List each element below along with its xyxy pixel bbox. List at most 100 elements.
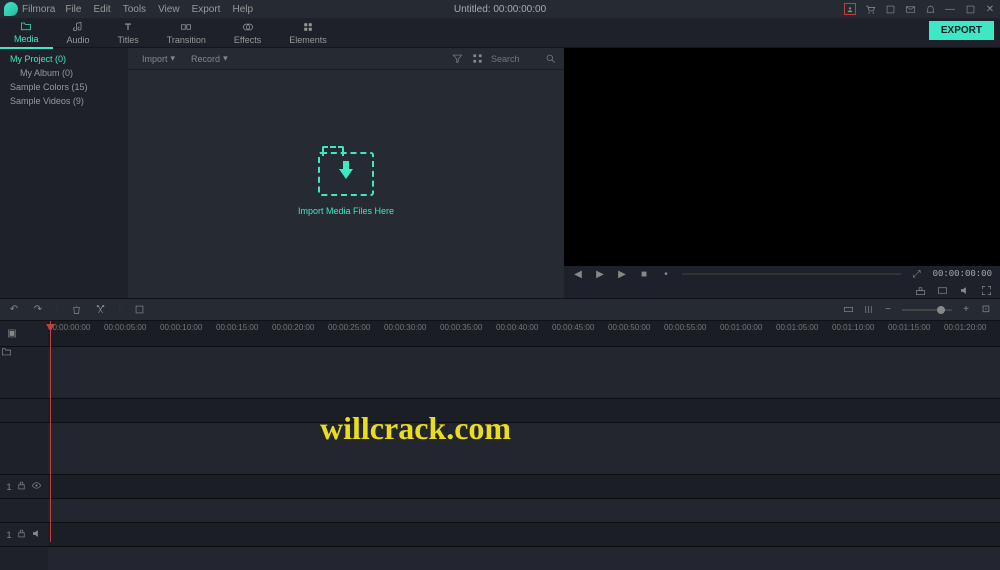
save-icon[interactable] xyxy=(884,3,896,15)
track-body[interactable] xyxy=(48,475,1000,498)
tab-elements[interactable]: Elements xyxy=(275,18,341,48)
track-body[interactable] xyxy=(48,547,1000,570)
app-logo: Filmora xyxy=(4,2,55,16)
track-body[interactable] xyxy=(48,423,1000,474)
crop-icon[interactable] xyxy=(133,304,145,316)
time-mark: 00:00:35:00 xyxy=(440,323,482,332)
menu-view[interactable]: View xyxy=(158,4,180,15)
search-icon[interactable] xyxy=(544,53,556,65)
watermark-text: willcrack.com xyxy=(320,410,511,447)
snapshot-icon[interactable] xyxy=(914,284,926,296)
eye-icon[interactable] xyxy=(31,480,42,493)
zoom-out-icon[interactable]: − xyxy=(882,304,894,316)
time-mark: 00:01:10:00 xyxy=(832,323,874,332)
time-mark: 00:00:20:00 xyxy=(272,323,314,332)
app-name: Filmora xyxy=(22,4,55,15)
volume-icon[interactable] xyxy=(958,284,970,296)
mixer-icon[interactable] xyxy=(862,304,874,316)
add-folder-icon[interactable] xyxy=(0,345,12,357)
time-mark: 00:00:40:00 xyxy=(496,323,538,332)
time-mark: 00:00:50:00 xyxy=(608,323,650,332)
time-mark: 00:00:25:00 xyxy=(328,323,370,332)
close-icon[interactable]: ✕ xyxy=(984,3,996,15)
menu-tools[interactable]: Tools xyxy=(123,4,146,15)
menu-edit[interactable]: Edit xyxy=(93,4,110,15)
expand-icon[interactable]: ⤢ xyxy=(911,268,923,280)
menu-bar: File Edit Tools View Export Help xyxy=(65,4,253,15)
elements-icon xyxy=(302,21,314,33)
track-header-blank xyxy=(0,499,48,522)
split-icon[interactable] xyxy=(95,304,107,316)
time-mark: 00:01:20:00 xyxy=(944,323,986,332)
tab-titles[interactable]: Titles xyxy=(104,18,153,48)
tab-media[interactable]: Media xyxy=(0,17,53,49)
import-folder-icon xyxy=(318,152,374,196)
track-body[interactable] xyxy=(48,399,1000,422)
sidebar-item-videos[interactable]: Sample Videos (9) xyxy=(0,94,128,108)
sidebar-item-colors[interactable]: Sample Colors (15) xyxy=(0,80,128,94)
chevron-down-icon: ▾ xyxy=(223,53,228,64)
import-label: Import xyxy=(142,54,168,64)
menu-export[interactable]: Export xyxy=(192,4,221,15)
stop-icon[interactable]: ■ xyxy=(638,268,650,280)
cart-icon[interactable] xyxy=(864,3,876,15)
grid-view-icon[interactable] xyxy=(471,53,483,65)
dropzone-label: Import Media Files Here xyxy=(298,206,394,216)
menu-help[interactable]: Help xyxy=(232,4,253,15)
zoom-in-icon[interactable]: + xyxy=(960,304,972,316)
minimize-icon[interactable]: — xyxy=(944,3,956,15)
preview-panel: ◀ ▶ ▶ ■ • ⤢ 00:00:00:00 xyxy=(564,48,1000,298)
time-mark: 00:00:55:00 xyxy=(664,323,706,332)
redo-icon[interactable]: ↷ xyxy=(32,304,44,316)
import-dropdown[interactable]: Import▾ xyxy=(136,53,181,64)
lock-icon[interactable] xyxy=(16,528,27,541)
text-icon xyxy=(122,21,134,33)
track-body[interactable] xyxy=(48,347,1000,398)
next-frame-icon[interactable]: ▶ xyxy=(616,268,628,280)
media-sidebar: My Project (0) My Album (0) Sample Color… xyxy=(0,48,128,298)
add-media-icon[interactable]: ▣ xyxy=(6,327,18,339)
download-arrow-icon xyxy=(339,169,353,179)
prev-frame-icon[interactable]: ◀ xyxy=(572,268,584,280)
track-body[interactable] xyxy=(48,499,1000,522)
fullscreen-icon[interactable] xyxy=(980,284,992,296)
play-icon[interactable]: ▶ xyxy=(594,268,606,280)
record-label: Record xyxy=(191,54,220,64)
sidebar-item-album[interactable]: My Album (0) xyxy=(0,66,128,80)
time-mark: 00:01:05:00 xyxy=(776,323,818,332)
export-button[interactable]: EXPORT xyxy=(929,21,994,40)
progress-bar[interactable] xyxy=(682,273,901,275)
sidebar-item-project[interactable]: My Project (0) xyxy=(0,52,128,66)
track-body[interactable] xyxy=(48,523,1000,546)
notify-icon[interactable] xyxy=(924,3,936,15)
track-header-video[interactable]: 1 xyxy=(0,475,48,498)
playhead[interactable] xyxy=(50,324,51,542)
zoom-slider[interactable] xyxy=(902,309,952,311)
undo-icon[interactable]: ↶ xyxy=(8,304,20,316)
tab-label: Audio xyxy=(67,35,90,45)
quality-icon[interactable] xyxy=(936,284,948,296)
account-icon[interactable] xyxy=(844,3,856,15)
maximize-icon[interactable] xyxy=(964,3,976,15)
menu-file[interactable]: File xyxy=(65,4,81,15)
timeline-ruler[interactable]: 00:00:00:0000:00:05:0000:00:10:0000:00:1… xyxy=(48,321,1000,346)
tab-audio[interactable]: Audio xyxy=(53,18,104,48)
delete-icon[interactable] xyxy=(71,304,83,316)
tab-transition[interactable]: Transition xyxy=(153,18,220,48)
track-number: 1 xyxy=(6,482,11,492)
tab-label: Effects xyxy=(234,35,261,45)
import-dropzone[interactable]: Import Media Files Here xyxy=(128,70,564,298)
track-header-blank xyxy=(0,399,48,422)
record-dropdown[interactable]: Record▾ xyxy=(185,53,234,64)
mail-icon[interactable] xyxy=(904,3,916,15)
loop-icon[interactable]: • xyxy=(660,268,672,280)
speaker-icon[interactable] xyxy=(31,528,42,541)
lock-icon[interactable] xyxy=(16,480,27,493)
zoom-full-icon[interactable]: ⊡ xyxy=(980,304,992,316)
search-input[interactable] xyxy=(491,54,536,64)
track-header-audio[interactable]: 1 xyxy=(0,523,48,546)
track-header-blank xyxy=(0,547,48,570)
filter-icon[interactable] xyxy=(451,53,463,65)
tab-effects[interactable]: Effects xyxy=(220,18,275,48)
zoom-fit-icon[interactable] xyxy=(842,304,854,316)
